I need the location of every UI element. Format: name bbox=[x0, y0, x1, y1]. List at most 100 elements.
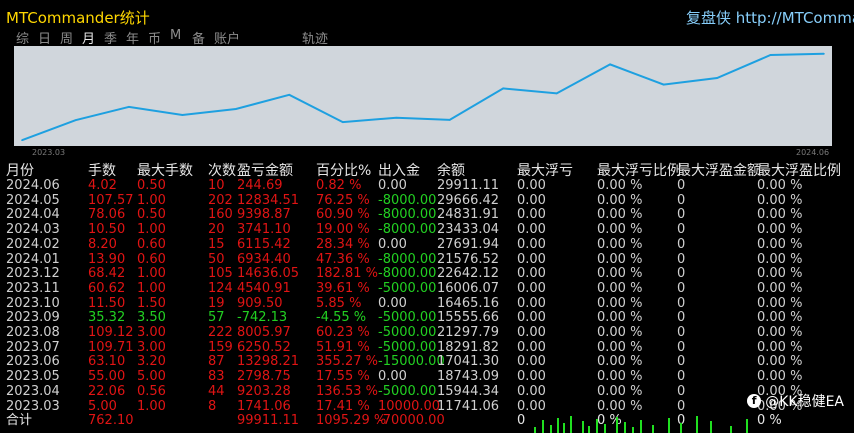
volume-bar bbox=[696, 416, 698, 433]
volume-bar bbox=[582, 421, 584, 433]
cell-max-float-profit: 0 bbox=[677, 251, 686, 267]
cell-percent: 17.55 % bbox=[316, 369, 370, 385]
cell-max-float-profit: 0 bbox=[677, 192, 686, 208]
cell-max-lots: 3.00 bbox=[137, 325, 166, 340]
cell-percent: 0.82 % bbox=[316, 178, 362, 193]
cell-month: 2023.04 bbox=[6, 383, 60, 399]
column-header-pnl[interactable]: 盈亏金额 bbox=[237, 164, 293, 178]
column-header-cash-flow[interactable]: 出入金 bbox=[378, 164, 420, 178]
tab-notes[interactable]: 备 bbox=[192, 28, 205, 47]
column-header-balance[interactable]: 余额 bbox=[437, 164, 465, 178]
cell-percent: 5.85 % bbox=[316, 295, 362, 311]
chart-plot-area bbox=[14, 46, 832, 146]
column-header-max-float-profit-pct[interactable]: 最大浮盈比例 bbox=[757, 164, 841, 178]
column-header-max-drawdown[interactable]: 最大浮亏 bbox=[517, 164, 573, 178]
tab-year[interactable]: 年 bbox=[126, 28, 139, 47]
cell-count: 15 bbox=[208, 236, 225, 252]
cell-lots: 5.00 bbox=[88, 398, 117, 414]
cell-balance: 21297.79 bbox=[437, 325, 500, 340]
column-header-max-lots[interactable]: 最大手数 bbox=[137, 164, 193, 178]
volume-bar bbox=[730, 426, 732, 433]
tab-overview[interactable]: 综 bbox=[16, 28, 29, 47]
cell-cash-flow: 0.00 bbox=[378, 236, 407, 252]
tab-currency[interactable]: 币 bbox=[148, 28, 161, 47]
cell-balance: 24831.91 bbox=[437, 207, 500, 223]
cell-max-drawdown: 0.00 bbox=[517, 266, 546, 282]
cell-count: 57 bbox=[208, 310, 225, 326]
cell-month: 2023.09 bbox=[6, 310, 60, 326]
cell-month: 2023.07 bbox=[6, 339, 60, 355]
cell-lots: 22.06 bbox=[88, 383, 126, 399]
balance-point bbox=[128, 106, 130, 108]
cell-max-float-profit: 0 bbox=[677, 266, 686, 282]
balance-point bbox=[502, 87, 505, 90]
column-header-lots[interactable]: 手数 bbox=[88, 164, 116, 178]
volume-bar bbox=[542, 420, 544, 433]
cell-count: 202 bbox=[208, 192, 233, 208]
cell-pnl: -742.13 bbox=[237, 310, 288, 326]
balance-point bbox=[235, 108, 237, 110]
tab-track[interactable]: 轨迹 bbox=[302, 28, 328, 47]
cell-max-drawdown-pct: 0.00 % bbox=[597, 354, 643, 370]
volume-bar bbox=[616, 417, 618, 433]
cell-cash-flow: 0.00 bbox=[378, 369, 407, 385]
cell-count: 50 bbox=[208, 251, 225, 267]
column-header-max-float-profit[interactable]: 最大浮盈金额 bbox=[677, 164, 761, 178]
cell-max-drawdown-pct: 0.00 % bbox=[597, 280, 643, 296]
column-header-count[interactable]: 次数 bbox=[208, 164, 236, 178]
cell-percent: 28.34 % bbox=[316, 236, 370, 252]
cell-count: 20 bbox=[208, 222, 225, 238]
cell-lots: 55.00 bbox=[88, 369, 126, 385]
cell-max-float-profit: 0 bbox=[677, 398, 686, 414]
cell-percent: -4.55 % bbox=[316, 310, 367, 326]
column-header-percent[interactable]: 百分比% bbox=[316, 164, 371, 178]
volume-bar bbox=[570, 416, 572, 433]
volume-bar bbox=[534, 427, 536, 433]
tab-day[interactable]: 日 bbox=[38, 28, 51, 47]
cell-balance: 21576.52 bbox=[437, 251, 500, 267]
cell-cash-flow: -5000.00 bbox=[378, 310, 437, 326]
cell-max-float-profit: 0 bbox=[677, 339, 686, 355]
cell-month: 2024.01 bbox=[6, 251, 60, 267]
cell-cash-flow: -8000.00 bbox=[378, 251, 437, 267]
volume-strip bbox=[534, 416, 748, 433]
cell-cash-flow: -8000.00 bbox=[378, 266, 437, 282]
column-header-month[interactable]: 月份 bbox=[6, 164, 34, 178]
cell-lots: 68.42 bbox=[88, 266, 126, 282]
cell-max-drawdown-pct: 0.00 % bbox=[597, 236, 643, 252]
cell-cash-flow: 0.00 bbox=[378, 295, 407, 311]
tab-account[interactable]: 账户 bbox=[214, 28, 240, 47]
cell-lots: 4.02 bbox=[88, 178, 117, 193]
tab-m[interactable]: M bbox=[170, 28, 181, 43]
balance-point bbox=[21, 139, 23, 141]
volume-bar bbox=[746, 419, 748, 433]
cell-max-float-profit-pct: 0.00 % bbox=[757, 280, 803, 296]
brand-link[interactable]: 复盘侠 http://MTCommander bbox=[686, 7, 854, 28]
total-pnl: 99911.11 bbox=[237, 413, 300, 429]
cell-month: 2024.03 bbox=[6, 222, 60, 238]
cell-cash-flow: -5000.00 bbox=[378, 383, 437, 399]
cell-cash-flow: -8000.00 bbox=[378, 192, 437, 208]
cell-max-drawdown-pct: 0.00 % bbox=[597, 207, 643, 223]
cell-percent: 19.00 % bbox=[316, 222, 370, 238]
cell-lots: 35.32 bbox=[88, 310, 126, 326]
cell-balance: 17041.30 bbox=[437, 354, 500, 370]
cell-cash-flow: -5000.00 bbox=[378, 280, 437, 296]
cell-max-lots: 0.60 bbox=[137, 236, 166, 252]
cell-month: 2023.10 bbox=[6, 295, 60, 311]
cell-max-lots: 0.60 bbox=[137, 251, 166, 267]
watermark: f @KK稳健EA bbox=[747, 391, 844, 411]
balance-point bbox=[609, 63, 611, 66]
cell-count: 160 bbox=[208, 207, 233, 223]
cell-max-float-profit: 0 bbox=[677, 295, 686, 311]
column-header-max-drawdown-pct[interactable]: 最大浮亏比例 bbox=[597, 164, 681, 178]
cell-max-float-profit-pct: 0.00 % bbox=[757, 354, 803, 370]
tab-week[interactable]: 周 bbox=[60, 28, 73, 47]
cell-balance: 27691.94 bbox=[437, 236, 500, 252]
cell-percent: 76.25 % bbox=[316, 192, 370, 208]
cell-lots: 8.20 bbox=[88, 236, 117, 252]
tab-month[interactable]: 月 bbox=[82, 28, 95, 47]
cell-percent: 17.41 % bbox=[316, 398, 370, 414]
tab-quarter[interactable]: 季 bbox=[104, 28, 117, 47]
cell-max-float-profit-pct: 0.00 % bbox=[757, 266, 803, 282]
